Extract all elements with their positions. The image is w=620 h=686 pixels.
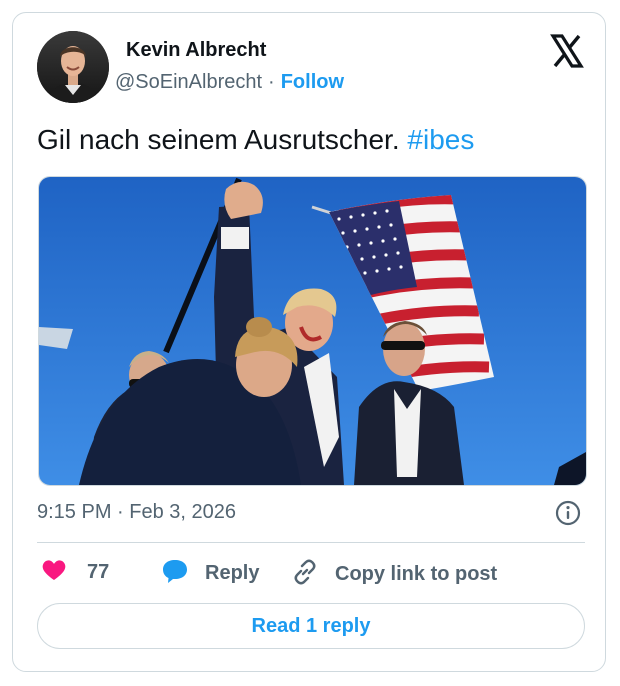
- copy-link-button[interactable]: Copy link to post: [291, 558, 497, 591]
- author-handle-row: @SoEinAlbrecht · Follow: [115, 71, 344, 94]
- follow-link[interactable]: Follow: [281, 71, 344, 93]
- post-timestamp[interactable]: 9:15 PM · Feb 3, 2026: [37, 501, 236, 524]
- timestamp-separator: ·: [117, 501, 124, 523]
- author-avatar[interactable]: [37, 31, 109, 103]
- x-logo-icon[interactable]: [549, 33, 585, 69]
- embedded-post-card: Kevin Albrecht @SoEinAlbrecht · Follow Gil…: [12, 12, 606, 672]
- author-handle[interactable]: @SoEinAlbrecht: [115, 71, 262, 93]
- link-icon: [291, 558, 319, 591]
- info-icon[interactable]: [554, 499, 582, 527]
- read-replies-label: Read 1 reply: [251, 614, 371, 637]
- post-photo[interactable]: [38, 176, 587, 486]
- reply-label: Reply: [205, 562, 260, 584]
- heart-icon: [41, 558, 67, 587]
- post-text: Gil nach seinem Ausrutscher. #ibes: [37, 124, 474, 156]
- copy-link-label: Copy link to post: [335, 563, 498, 585]
- post-date: Feb 3, 2026: [129, 501, 237, 523]
- post-text-body: Gil nach seinem Ausrutscher.: [37, 124, 400, 155]
- divider: [37, 542, 585, 543]
- reply-bubble-icon: [161, 558, 189, 589]
- like-button[interactable]: 77: [41, 558, 109, 587]
- post-time: 9:15 PM: [37, 501, 112, 523]
- hashtag-link[interactable]: #ibes: [407, 124, 474, 155]
- author-name[interactable]: Kevin Albrecht: [126, 39, 266, 62]
- read-replies-button[interactable]: Read 1 reply: [37, 603, 585, 649]
- reply-button[interactable]: Reply: [161, 558, 259, 589]
- like-count: 77: [87, 561, 110, 583]
- handle-separator: ·: [268, 71, 275, 93]
